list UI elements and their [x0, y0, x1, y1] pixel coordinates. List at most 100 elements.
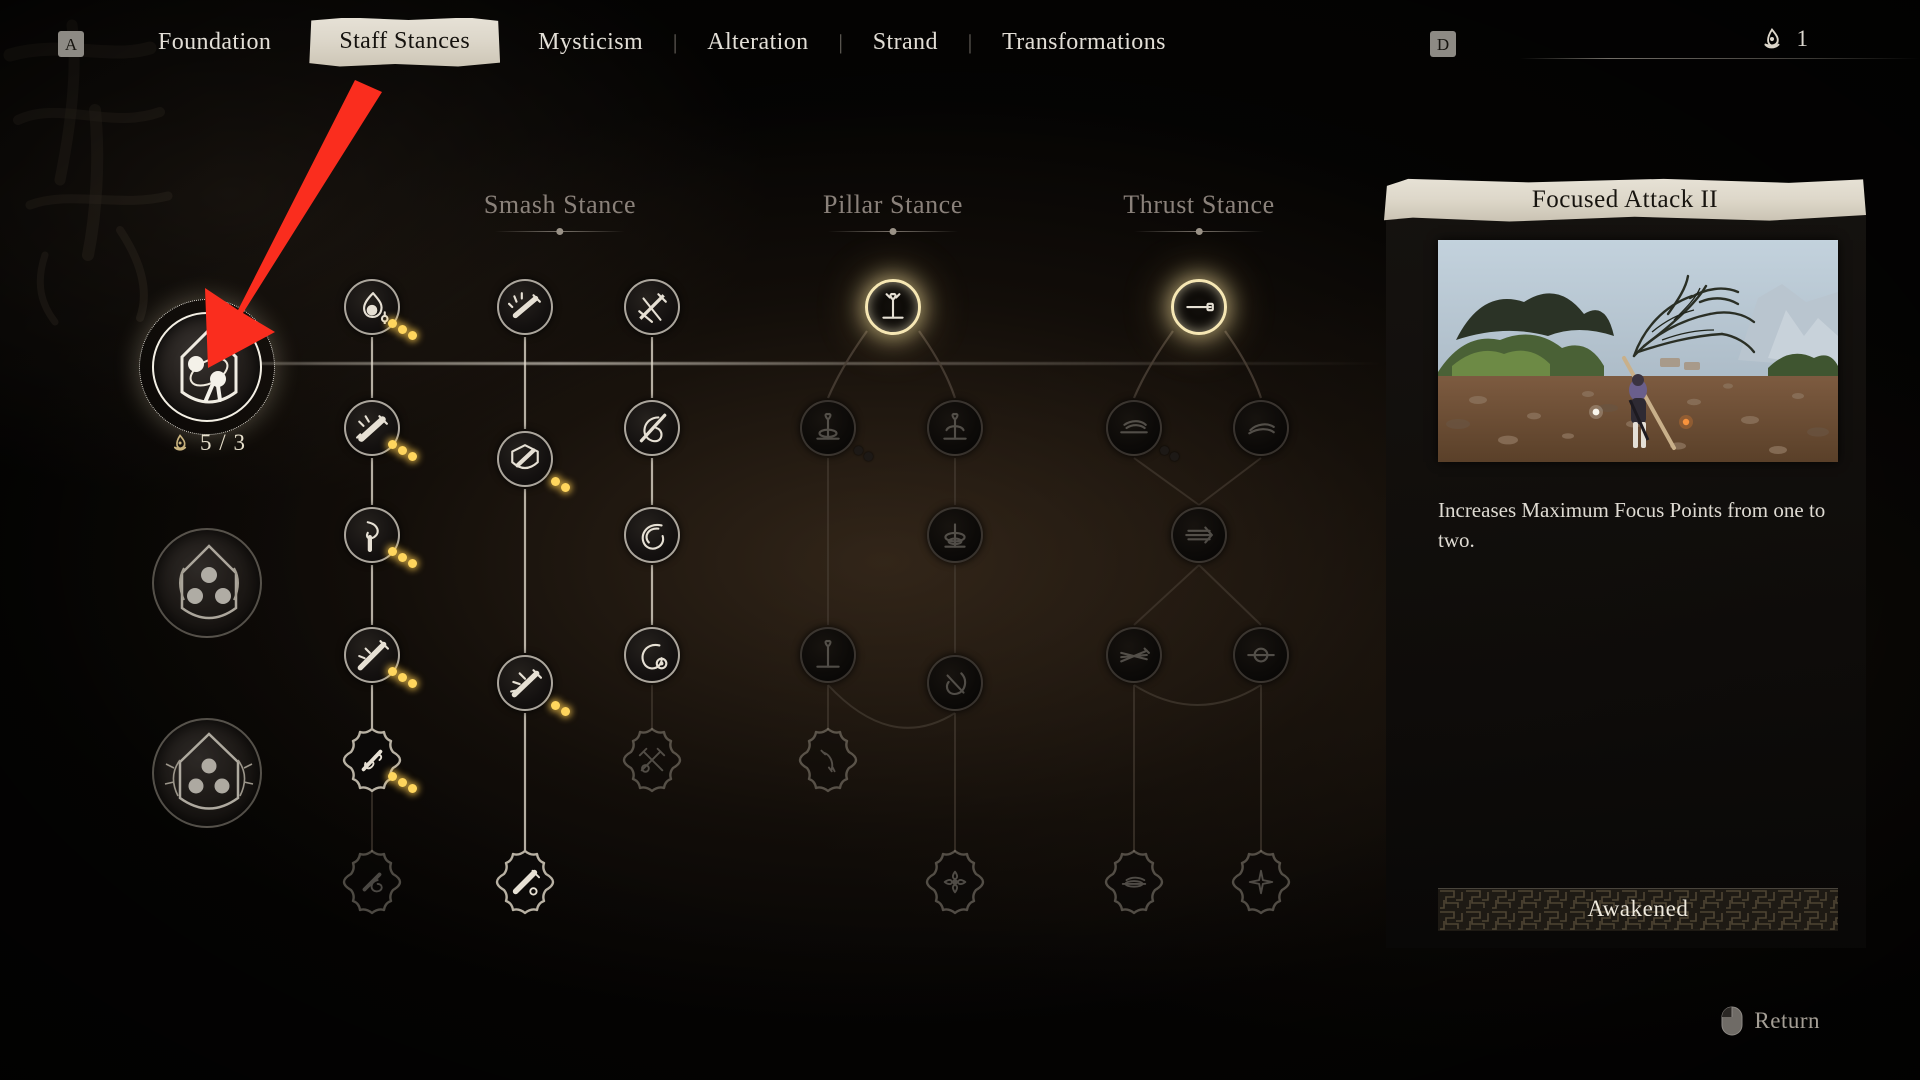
tab-transformations[interactable]: Transformations — [974, 29, 1194, 56]
skill-node-smash-c5[interactable] — [622, 727, 682, 793]
skill-node-pillar-r3[interactable] — [927, 655, 983, 711]
focus-node[interactable]: 5 / 3 — [139, 299, 275, 455]
skill-node-thrust-r2[interactable] — [1233, 627, 1289, 683]
node-rank-pip — [1160, 446, 1169, 455]
skill-node-pillar-l3[interactable] — [798, 727, 858, 793]
node-disc — [497, 279, 553, 335]
node-rank-pip — [408, 559, 417, 568]
node-disc — [1233, 627, 1289, 683]
skill-node-smash-a1[interactable] — [344, 279, 417, 340]
slam-staff-icon — [510, 669, 542, 698]
character-node-rail: 5 / 3 — [0, 0, 300, 1080]
thrust-pierce-icon — [1121, 876, 1147, 888]
skill-link — [826, 330, 868, 399]
skill-node-thrust-root[interactable] — [1171, 279, 1227, 335]
node-disc — [1106, 627, 1162, 683]
node-rank-pips — [842, 436, 886, 466]
three-pearl-ornate-node[interactable] — [152, 718, 262, 828]
node-rank-pip — [561, 483, 570, 492]
skill-node-smash-a6[interactable] — [342, 849, 402, 915]
skill-node-smash-c2[interactable] — [624, 400, 680, 456]
node-rank-pip — [408, 679, 417, 688]
skill-node-pillar-l2[interactable] — [800, 627, 856, 683]
spirit-amount: 1 — [1796, 26, 1809, 51]
tab-separator: | — [838, 29, 843, 54]
node-rank-pip — [388, 667, 397, 676]
tab-strand[interactable]: Strand — [845, 29, 966, 56]
skill-node-smash-b1[interactable] — [497, 279, 553, 335]
skill-node-smash-b2[interactable] — [497, 431, 570, 492]
thrust-sweep-icon — [1248, 423, 1275, 435]
node-rank-pips — [386, 768, 430, 798]
skill-detail-panel: Focused Attack II Increases Maximum Focu… — [1384, 178, 1866, 948]
node-disc — [624, 279, 680, 335]
skill-node-pillar-r1[interactable] — [927, 400, 983, 456]
skill-node-pillar-r4[interactable] — [925, 849, 985, 915]
thrust-multi-icon — [1185, 526, 1213, 544]
column-header-pillar-stance: Pillar Stance — [823, 190, 963, 236]
skill-node-smash-b3[interactable] — [497, 655, 570, 716]
skill-node-thrust-l1[interactable] — [1106, 400, 1179, 461]
node-rank-pip — [398, 446, 407, 455]
pillar-cut-icon — [945, 672, 967, 696]
pillar-ground-icon — [816, 412, 840, 440]
column-header-rule — [823, 226, 963, 236]
tab-foundation[interactable]: Foundation — [130, 29, 299, 56]
pillar-spin-icon — [943, 412, 967, 440]
spiral-staff-icon — [362, 872, 383, 893]
skill-node-pillar-r2[interactable] — [927, 507, 983, 563]
skill-node-smash-a3[interactable] — [344, 507, 417, 568]
footer-hint-label: Return — [1754, 1008, 1820, 1033]
staff-thrust-icon — [357, 640, 389, 671]
node-rank-pip — [551, 701, 560, 710]
category-tabs: Foundation Staff Stances Mysticism | Alt… — [130, 0, 1194, 84]
node-disc — [865, 279, 921, 335]
skill-link — [1133, 564, 1200, 626]
tab-alteration[interactable]: Alteration — [679, 29, 836, 56]
skill-node-thrust-r3[interactable] — [1231, 849, 1291, 915]
node-rank-pip — [388, 440, 397, 449]
skill-node-smash-a5[interactable] — [342, 727, 417, 793]
three-pearl-node[interactable] — [152, 528, 262, 638]
skill-node-thrust-m1[interactable] — [1171, 507, 1227, 563]
node-disc — [1106, 854, 1162, 910]
skill-node-smash-a2[interactable] — [344, 400, 417, 461]
crescent-icon — [641, 523, 665, 550]
node-rank-pip — [398, 673, 407, 682]
node-disc — [800, 732, 856, 788]
key-hint-a: A — [58, 31, 84, 57]
tab-mysticism[interactable]: Mysticism — [510, 29, 671, 56]
focus-node-cost-value: 5 / 3 — [200, 430, 246, 455]
skill-node-smash-a4[interactable] — [344, 627, 417, 688]
node-rank-pip — [561, 707, 570, 716]
focus-node-ring — [152, 312, 262, 422]
skill-node-thrust-l2[interactable] — [1106, 627, 1162, 683]
footer-hint[interactable]: Return — [1721, 1006, 1820, 1036]
coiled-staff-icon — [361, 749, 383, 772]
column-header-label: Thrust Stance — [1123, 190, 1275, 219]
node-rank-pip — [1170, 452, 1179, 461]
tab-separator: | — [967, 29, 973, 54]
column-header-rule — [484, 226, 636, 236]
node-rank-pip — [408, 452, 417, 461]
mouse-right-click-icon — [1721, 1006, 1743, 1036]
column-header-label: Pillar Stance — [823, 190, 963, 219]
skill-node-pillar-l1[interactable] — [800, 400, 873, 461]
cross-strike-icon — [638, 293, 667, 323]
column-header-label: Smash Stance — [483, 190, 637, 219]
node-rank-pip — [388, 319, 397, 328]
skill-node-smash-b4[interactable] — [495, 849, 555, 915]
currency-underline — [1520, 58, 1920, 59]
thrust-ring-icon — [1247, 647, 1275, 663]
thrust-fan-icon — [1120, 647, 1150, 663]
skill-node-smash-c1[interactable] — [624, 279, 680, 335]
skill-node-smash-c4[interactable] — [624, 627, 680, 683]
skill-node-thrust-l3[interactable] — [1104, 849, 1164, 915]
skill-node-smash-c3[interactable] — [624, 507, 680, 563]
tab-staff-stances[interactable]: Staff Stances — [309, 17, 501, 67]
skill-node-pillar-root[interactable] — [865, 279, 921, 335]
skill-node-thrust-r1[interactable] — [1233, 400, 1289, 456]
thrust-line-icon — [1186, 302, 1214, 312]
skill-link — [1198, 457, 1262, 506]
status-badge: Awakened — [1438, 888, 1838, 931]
